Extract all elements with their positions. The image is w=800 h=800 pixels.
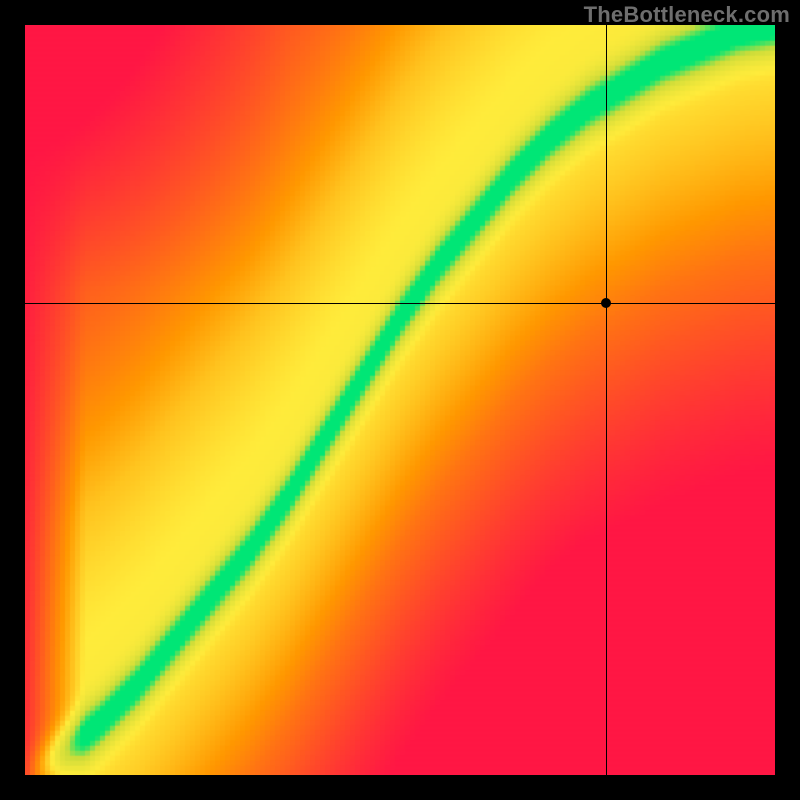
chart-container: TheBottleneck.com [0, 0, 800, 800]
crosshair-vertical [606, 25, 607, 775]
selection-marker [601, 298, 611, 308]
plot-area [25, 25, 775, 775]
heatmap-canvas [25, 25, 775, 775]
crosshair-horizontal [25, 303, 775, 304]
